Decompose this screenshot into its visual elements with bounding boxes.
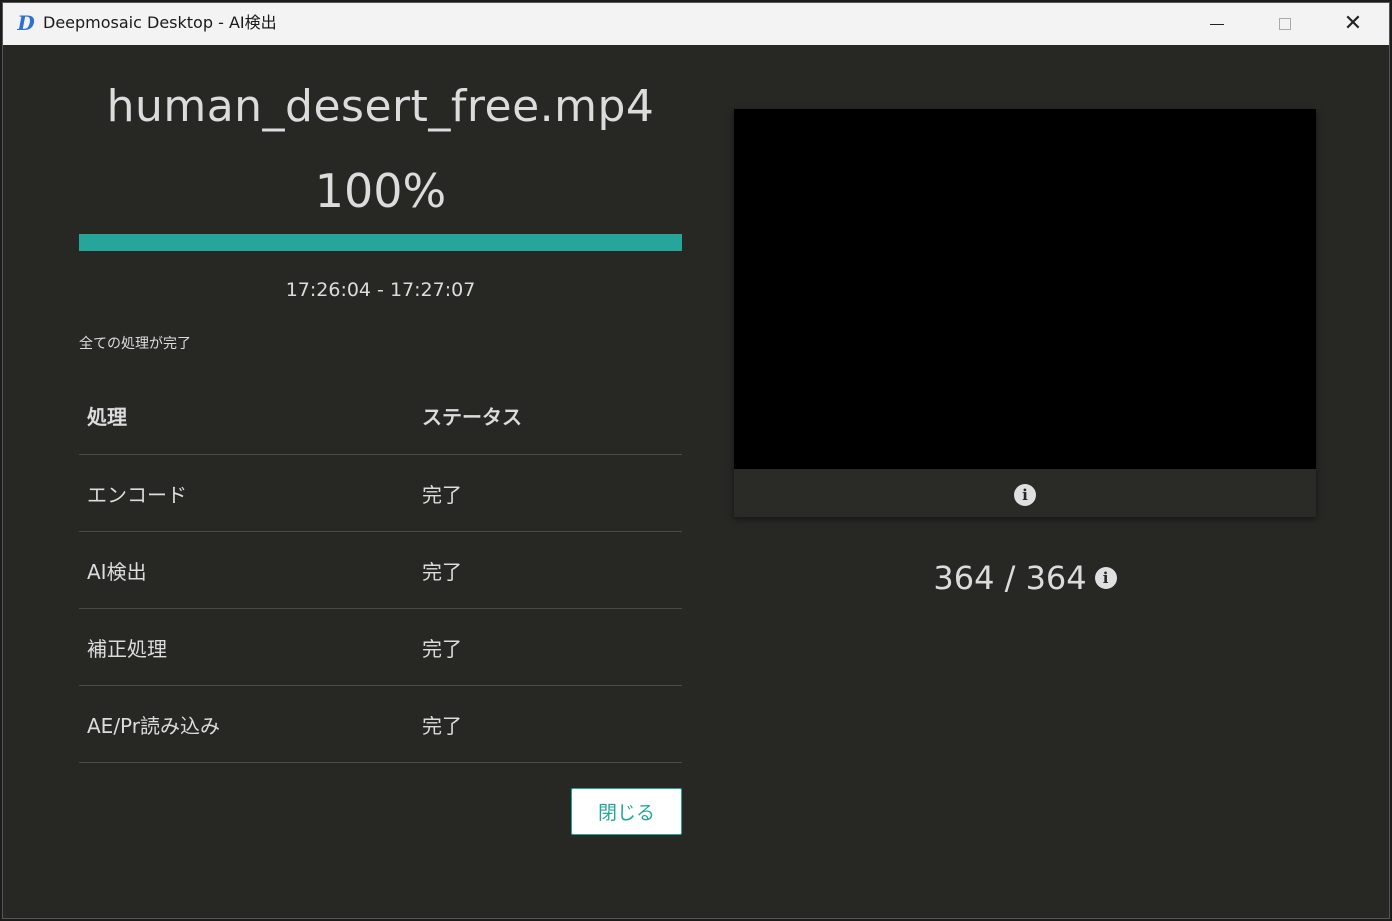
- process-name: AI検出: [79, 531, 414, 609]
- file-name-heading: human_desert_free.mp4: [106, 81, 655, 132]
- app-window: D Deepmosaic Desktop - AI検出 ✕ human_dese…: [2, 2, 1390, 919]
- minimize-icon: [1210, 23, 1224, 25]
- info-icon[interactable]: i: [1014, 484, 1036, 506]
- close-button[interactable]: 閉じる: [571, 788, 682, 835]
- table-row: AI検出 完了: [79, 531, 682, 609]
- app-logo-icon: D: [17, 11, 35, 35]
- minimize-button[interactable]: [1183, 3, 1251, 45]
- table-row: エンコード 完了: [79, 454, 682, 532]
- title-bar: D Deepmosaic Desktop - AI検出 ✕: [3, 3, 1389, 45]
- process-table: 処理 ステータス エンコード 完了 AI検出 完了 補正処理 完了 AE/Pr読…: [79, 377, 682, 763]
- progress-bar-fill: [79, 234, 682, 251]
- process-status: 完了: [414, 531, 682, 609]
- maximize-button[interactable]: [1251, 3, 1319, 45]
- progress-percent: 100%: [314, 164, 447, 218]
- process-name: 補正処理: [79, 608, 414, 686]
- table-row: 補正処理 完了: [79, 608, 682, 686]
- info-icon[interactable]: i: [1094, 567, 1117, 589]
- column-header-process: 処理: [79, 377, 414, 455]
- maximize-icon: [1279, 18, 1291, 30]
- window-title: Deepmosaic Desktop - AI検出: [43, 13, 277, 32]
- preview-card: i: [734, 109, 1316, 517]
- close-icon: ✕: [1343, 11, 1363, 36]
- frame-counter: 364 / 364 i: [734, 555, 1316, 601]
- time-range: 17:26:04 - 17:27:07: [285, 279, 476, 301]
- column-header-status: ステータス: [414, 377, 682, 455]
- table-row: AE/Pr読み込み 完了: [79, 685, 682, 763]
- process-status: 完了: [414, 454, 682, 532]
- process-status: 完了: [414, 685, 682, 763]
- progress-bar: [79, 234, 682, 251]
- frame-count-text: 364 / 364: [933, 559, 1087, 597]
- process-status: 完了: [414, 608, 682, 686]
- close-window-button[interactable]: ✕: [1319, 3, 1387, 45]
- table-header-row: 処理 ステータス: [79, 377, 682, 455]
- process-name: エンコード: [79, 454, 414, 532]
- process-name: AE/Pr読み込み: [79, 685, 414, 763]
- status-message: 全ての処理が完了: [79, 336, 191, 352]
- video-preview[interactable]: [734, 109, 1316, 469]
